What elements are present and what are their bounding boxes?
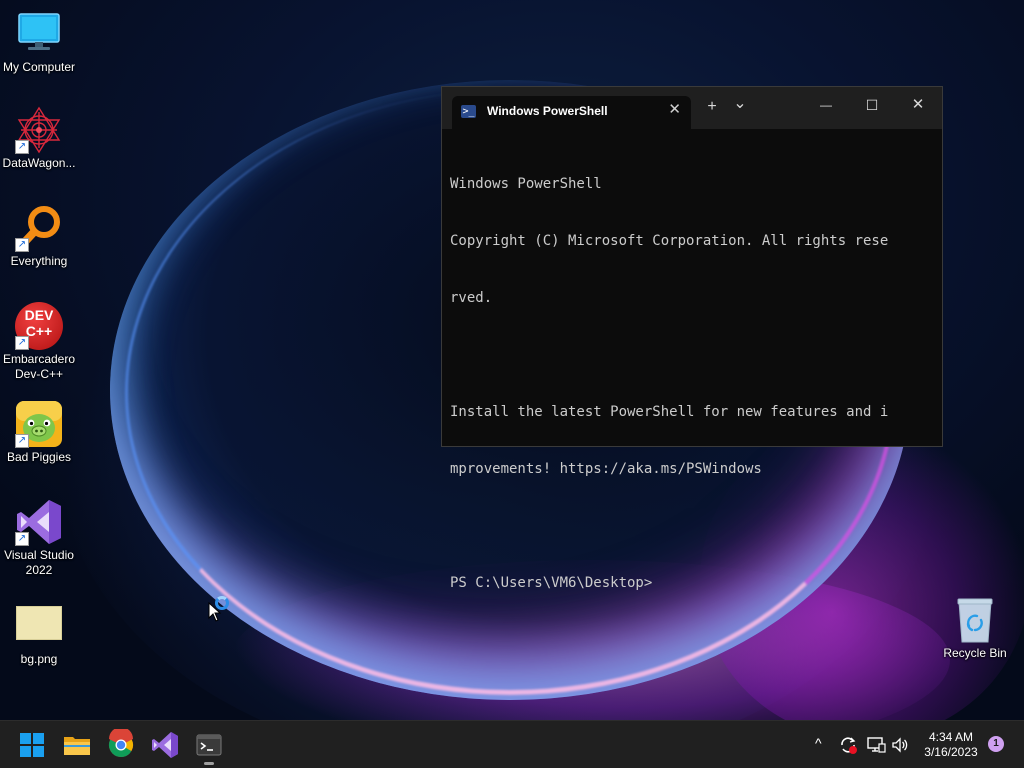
desktop-icon-bad-piggies[interactable]: ↗ Bad Piggies bbox=[0, 400, 78, 465]
shortcut-arrow-icon: ↗ bbox=[15, 140, 29, 154]
terminal-icon bbox=[196, 734, 222, 756]
desktop-icon-my-computer[interactable]: My Computer bbox=[0, 10, 78, 75]
desktop-icon-everything[interactable]: ↗ Everything bbox=[0, 204, 78, 269]
show-hidden-icons-chevron-icon[interactable]: ^ bbox=[815, 735, 822, 755]
desktop-icon-label: Bad Piggies bbox=[6, 450, 72, 464]
powershell-window[interactable]: >_ Windows PowerShell ✕ + ⌄ — ☐ ✕ Window… bbox=[441, 86, 943, 591]
windows-logo-icon bbox=[20, 733, 44, 757]
monitor-icon bbox=[15, 10, 63, 58]
desktop-icon-label: Recycle Bin bbox=[943, 646, 1007, 660]
tab-title: Windows PowerShell bbox=[487, 104, 608, 118]
terminal-output[interactable]: Windows PowerShell Copyright (C) Microso… bbox=[450, 137, 936, 631]
terminal-line: Install the latest PowerShell for new fe… bbox=[450, 404, 889, 420]
minimize-button[interactable]: — bbox=[816, 95, 836, 115]
desktop-icon-recycle-bin[interactable]: Recycle Bin bbox=[936, 596, 1014, 661]
shortcut-arrow-icon: ↗ bbox=[15, 238, 29, 252]
desktop-icon-label: bg.png bbox=[20, 652, 58, 666]
taskbar-clock[interactable]: 4:34 AM 3/16/2023 bbox=[916, 730, 986, 760]
taskbar-chrome[interactable] bbox=[105, 727, 137, 761]
shortcut-arrow-icon: ↗ bbox=[15, 532, 29, 546]
desktop-icon-datawagon[interactable]: ↗ DataWagon... bbox=[0, 106, 78, 171]
devcpp-logo-text: DEV bbox=[24, 307, 54, 323]
visual-studio-icon bbox=[152, 732, 178, 758]
chrome-icon bbox=[108, 727, 134, 758]
desktop-icon-label: DataWagon... bbox=[2, 156, 76, 170]
terminal-prompt[interactable]: PS C:\Users\VM6\Desktop> bbox=[450, 574, 936, 593]
powershell-icon: >_ bbox=[461, 105, 476, 118]
folder-icon bbox=[64, 737, 90, 755]
desktop-icon-label: Visual Studio 2022 bbox=[4, 548, 74, 577]
terminal-line: Copyright (C) Microsoft Corporation. All… bbox=[450, 233, 889, 249]
desktop-icon-bg-png[interactable]: bg.png bbox=[0, 604, 78, 667]
taskbar-visual-studio[interactable] bbox=[149, 729, 181, 761]
clock-time: 4:34 AM bbox=[928, 730, 974, 744]
desktop-icon-label: Embarcadero Dev-C++ bbox=[2, 352, 76, 381]
terminal-line: mprovements! https://aka.ms/PSWindows bbox=[450, 461, 762, 477]
desktop-icon-visual-studio[interactable]: ↗ Visual Studio 2022 bbox=[0, 498, 78, 578]
close-tab-icon[interactable]: ✕ bbox=[668, 102, 681, 118]
image-file-icon bbox=[15, 604, 63, 642]
devcpp-icon: DEV C++ ↗ bbox=[15, 302, 63, 350]
desktop-icon-label: Everything bbox=[10, 254, 68, 268]
tab-dropdown-button[interactable]: ⌄ bbox=[732, 94, 748, 114]
new-tab-button[interactable]: + bbox=[704, 97, 720, 117]
active-app-indicator bbox=[204, 762, 214, 765]
maximize-button[interactable]: ☐ bbox=[862, 95, 882, 115]
network-icon[interactable] bbox=[866, 735, 886, 755]
bad-piggies-icon: ↗ bbox=[15, 400, 63, 448]
visual-studio-icon: ↗ bbox=[15, 498, 63, 546]
terminal-line: rved. bbox=[450, 290, 493, 306]
desktop-icon-devcpp[interactable]: DEV C++ ↗ Embarcadero Dev-C++ bbox=[0, 302, 78, 382]
taskbar: ^ 4:34 AM 3/16/2023 bbox=[0, 720, 1024, 768]
window-titlebar[interactable]: >_ Windows PowerShell ✕ + ⌄ — ☐ ✕ bbox=[442, 87, 942, 129]
close-window-button[interactable]: ✕ bbox=[908, 95, 928, 115]
datawagon-icon: ↗ bbox=[15, 106, 63, 154]
shortcut-arrow-icon: ↗ bbox=[15, 434, 29, 448]
recycle-bin-icon bbox=[951, 596, 999, 644]
taskbar-file-explorer[interactable] bbox=[61, 729, 93, 761]
start-button[interactable] bbox=[16, 729, 48, 761]
everything-search-icon: ↗ bbox=[15, 204, 63, 252]
busy-spinner-icon bbox=[215, 596, 229, 610]
taskbar-terminal[interactable] bbox=[193, 729, 225, 765]
terminal-line: Windows PowerShell bbox=[450, 176, 602, 192]
desktop-icon-label: My Computer bbox=[2, 60, 76, 74]
tab-windows-powershell[interactable]: >_ Windows PowerShell ✕ bbox=[452, 96, 691, 129]
volume-icon[interactable] bbox=[890, 735, 910, 755]
clock-date: 3/16/2023 bbox=[924, 745, 978, 759]
notification-badge[interactable]: 1 bbox=[988, 736, 1004, 752]
shortcut-arrow-icon: ↗ bbox=[15, 336, 29, 350]
sync-status-icon[interactable] bbox=[838, 735, 858, 755]
